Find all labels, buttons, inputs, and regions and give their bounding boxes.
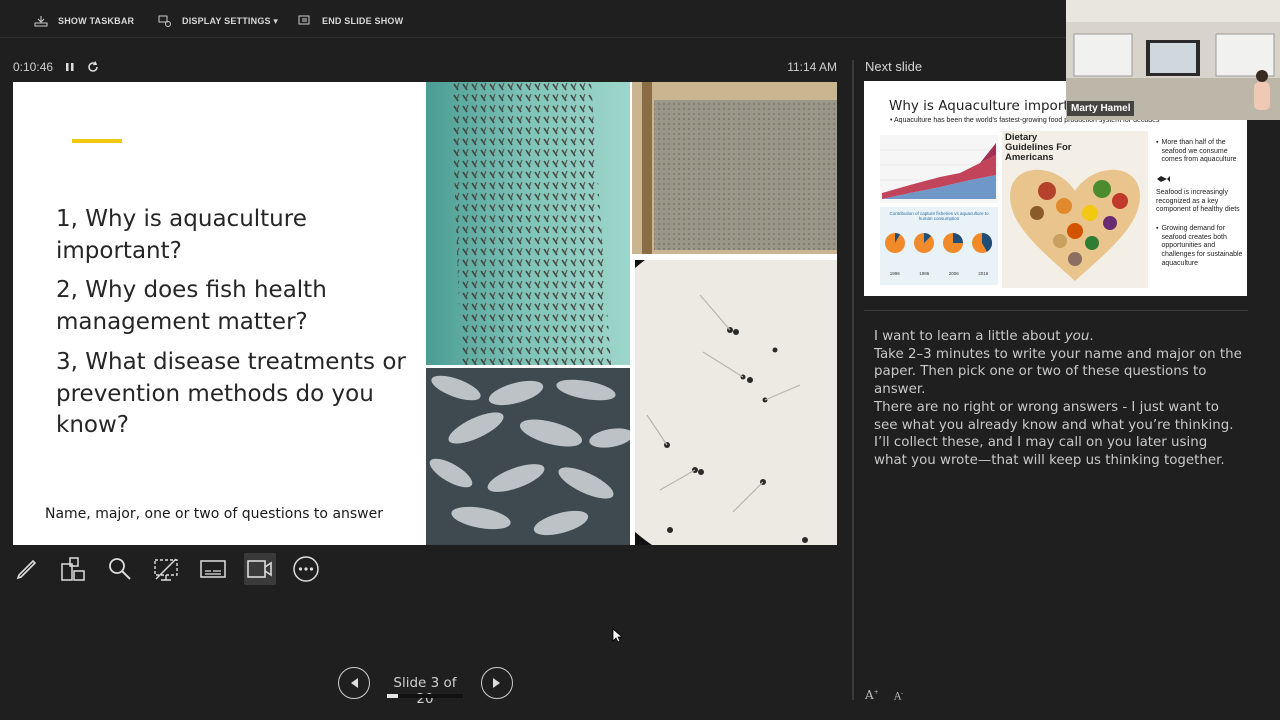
triangle-right-icon: [493, 678, 500, 688]
slide-counter[interactable]: Slide 3 of 20: [387, 675, 463, 707]
notes-emphasis: you: [1064, 329, 1090, 344]
triangle-left-icon: [351, 678, 358, 688]
aquaculture-growth-chart: [880, 135, 998, 203]
presenter-name-label: Marty Hamel: [1067, 101, 1135, 116]
next-slide-label: Next slide: [865, 59, 923, 74]
food-heart-illustration: [1010, 169, 1140, 281]
display-settings-icon: [158, 15, 171, 27]
notes-paragraph-1: I want to learn a little about you.: [874, 328, 1244, 346]
decrease-font-button[interactable]: A-: [894, 690, 903, 702]
display-settings-label: DISPLAY SETTINGS ▾: [182, 15, 279, 26]
pen-tool-button[interactable]: [11, 553, 43, 585]
capture-vs-aquaculture-infographic: Contribution of capture fisheries vs aqu…: [880, 207, 998, 285]
subtitles-icon: [200, 560, 226, 578]
list-item: Seafood is increasingly recognized as a …: [1156, 189, 1244, 215]
end-slide-show-icon: [298, 15, 310, 25]
taskbar-icon: [34, 16, 48, 27]
camera-toggle-button[interactable]: [244, 553, 276, 585]
slide-progress-fill: [387, 694, 399, 698]
magnifier-icon: [109, 558, 131, 580]
notes-paragraph-2: Take 2–3 minutes to write your name and …: [874, 346, 1242, 398]
show-taskbar-label: SHOW TASKBAR: [58, 16, 135, 26]
more-icon: [293, 556, 319, 582]
pie-row: [885, 232, 993, 253]
list-item: ▪ More than half of the seafood we consum…: [1156, 139, 1244, 165]
increase-font-label: A: [865, 688, 874, 702]
pause-icon: [66, 63, 74, 71]
question-2: 2, Why does fish health management matte…: [56, 277, 327, 335]
pie-year-label: 1986: [919, 271, 930, 276]
infographic-caption: Contribution of capture fisheries vs aqu…: [889, 211, 989, 221]
video-camera-icon: [247, 560, 272, 578]
fish-tank-photo: [426, 82, 630, 365]
reset-timer-button[interactable]: [86, 59, 100, 75]
next-slide-button[interactable]: [481, 667, 513, 699]
fish-icon: [1157, 176, 1170, 183]
pause-timer-button[interactable]: [64, 60, 76, 74]
dead-fish-photo: [426, 368, 630, 545]
clock: 11:14 AM: [787, 60, 837, 74]
notes-text: .: [1089, 329, 1094, 344]
dietary-guidelines-poster: Dietary Guidelines For Americans: [1002, 131, 1148, 288]
black-screen-button[interactable]: [150, 553, 182, 585]
more-options-button[interactable]: [290, 553, 322, 585]
question-1: 1, Why is aquaculture important?: [56, 206, 307, 264]
next-slide-bullets: ▪ More than half of the seafood we consum…: [1156, 139, 1244, 268]
end-slide-show-button[interactable]: END SLIDE SHOW: [298, 12, 403, 30]
panel-divider[interactable]: [852, 60, 854, 700]
zoom-button[interactable]: [104, 553, 136, 585]
notes-paragraph-3: There are no right or wrong answers - I …: [874, 399, 1234, 468]
bullet-text: Seafood is increasingly recognized as a …: [1156, 188, 1240, 214]
next-slide-title: Why is Aquaculture importa: [889, 98, 1077, 114]
slide-progress-bar: [387, 694, 463, 698]
fish-larvae-photo: [635, 260, 837, 545]
question-3: 3, What disease treatments or prevention…: [56, 349, 406, 438]
display-settings-button[interactable]: DISPLAY SETTINGS ▾: [158, 12, 278, 30]
notes-text: I want to learn a little about: [874, 329, 1065, 344]
current-slide[interactable]: 1, Why is aquaculture important? 2, Why …: [13, 82, 837, 545]
speaker-notes[interactable]: I want to learn a little about you. Take…: [874, 328, 1244, 470]
mouse-cursor-icon: [612, 628, 622, 643]
hatching-tray-photo: [632, 82, 837, 254]
bullet-text: More than half of the seafood we consume…: [1161, 139, 1237, 164]
show-taskbar-button[interactable]: SHOW TASKBAR: [34, 12, 134, 30]
previous-slide-button[interactable]: [338, 667, 370, 699]
restart-icon: [88, 61, 98, 72]
end-slide-show-label: END SLIDE SHOW: [322, 16, 404, 26]
see-all-slides-button[interactable]: [57, 553, 89, 585]
slides-grid-icon: [61, 557, 85, 581]
notes-divider: [864, 310, 1248, 311]
toolbar-divider: [0, 37, 1066, 38]
bullet-text: Growing demand for seafood creates both …: [1161, 224, 1243, 267]
screen-off-icon: [154, 558, 178, 581]
accent-bar: [72, 139, 122, 143]
pie-year-label: 2016: [978, 271, 989, 276]
pie-year-label: 1996: [889, 271, 900, 276]
pie-year-labels: 1996 1986 2006 2016: [880, 271, 998, 276]
elapsed-timer: 0:10:46: [13, 60, 54, 74]
pie-year-label: 2006: [948, 271, 959, 276]
increase-font-button[interactable]: A+: [865, 688, 879, 702]
slide-footnote: Name, major, one or two of questions to …: [45, 506, 384, 522]
pen-icon: [16, 559, 37, 580]
list-item: ▪ Growing demand for seafood creates both…: [1156, 224, 1243, 267]
subtitles-button[interactable]: [197, 553, 229, 585]
